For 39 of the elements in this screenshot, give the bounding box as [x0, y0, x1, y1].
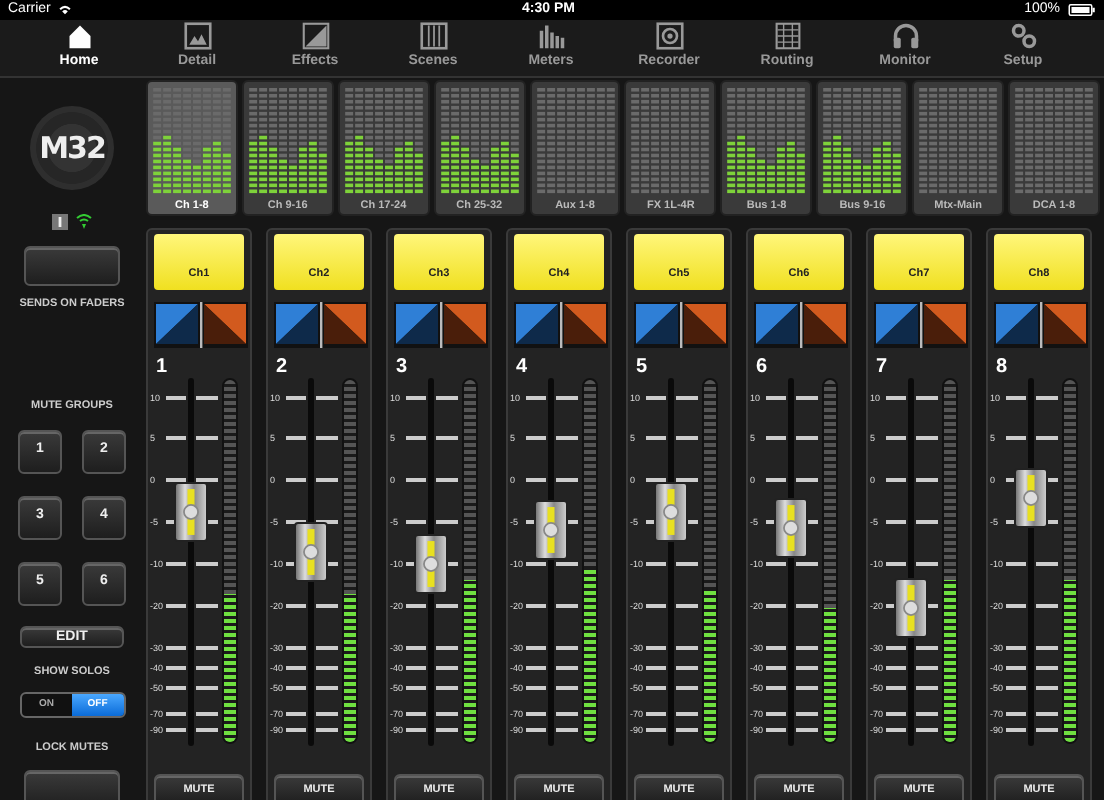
channel-number: 6	[756, 356, 770, 378]
channel-number: 3	[396, 356, 410, 378]
image-icon	[183, 22, 211, 50]
wifi-icon	[76, 214, 92, 230]
gears-icon	[1009, 22, 1037, 50]
wifi-icon	[58, 4, 73, 16]
channel-number: 7	[876, 356, 890, 378]
logo: M32	[30, 106, 114, 190]
lock-mutes-button[interactable]	[24, 770, 120, 800]
info-icon	[52, 214, 68, 230]
channel-number: 1	[156, 356, 170, 378]
fader-handle[interactable]	[534, 500, 568, 561]
pan-eq-graphic	[634, 302, 728, 348]
fader-handle[interactable]	[174, 482, 208, 543]
sends-on-faders-button[interactable]	[24, 246, 120, 286]
bar-chart-icon	[537, 22, 565, 50]
channel-number: 5	[636, 356, 650, 378]
fader-handle[interactable]	[1014, 468, 1048, 529]
columns-icon	[419, 22, 447, 50]
fader-handle[interactable]	[774, 497, 808, 558]
pan-eq-graphic	[994, 302, 1088, 348]
pan-eq-graphic	[874, 302, 968, 348]
headphones-icon	[891, 22, 919, 50]
channel-number: 4	[516, 356, 530, 378]
gradient-square-icon	[301, 22, 329, 50]
record-icon	[655, 22, 683, 50]
pan-eq-graphic	[274, 302, 368, 348]
fader-handle[interactable]	[894, 577, 928, 638]
grid-icon	[773, 22, 801, 50]
pan-eq-graphic	[394, 302, 488, 348]
channel-number: 2	[276, 356, 290, 378]
pan-eq-graphic	[514, 302, 608, 348]
pan-eq-graphic	[154, 302, 248, 348]
fader-handle[interactable]	[294, 522, 328, 583]
fader-handle[interactable]	[654, 482, 688, 543]
channel-number: 8	[996, 356, 1010, 378]
fader-handle[interactable]	[414, 533, 448, 594]
pan-eq-graphic	[754, 302, 848, 348]
battery-icon	[1068, 4, 1097, 16]
